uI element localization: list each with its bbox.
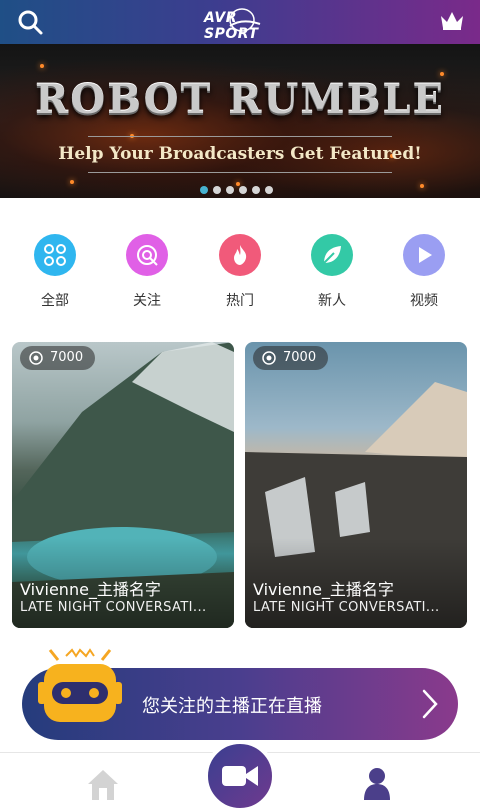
broadcaster-name: Vivienne_主播名字 <box>253 580 394 599</box>
category-hot[interactable]: 热门 <box>205 232 275 312</box>
carousel-dots[interactable] <box>200 186 273 194</box>
broadcaster-name: Vivienne_主播名字 <box>20 580 161 599</box>
banner-divider <box>88 172 392 173</box>
banner-tagline: Help Your Broadcasters Get Featured! <box>58 144 422 164</box>
user-icon[interactable] <box>364 766 390 800</box>
view-count: 7000 <box>283 350 317 365</box>
video-camera-icon <box>222 766 258 786</box>
carousel-dot[interactable] <box>265 186 273 194</box>
ember-spark <box>420 184 424 188</box>
target-icon <box>126 234 168 276</box>
leaf-icon <box>311 234 353 276</box>
ember-spark <box>40 64 44 68</box>
eye-icon <box>262 351 276 365</box>
crown-icon[interactable] <box>438 8 466 32</box>
eye-icon <box>29 351 43 365</box>
category-label: 全部 <box>41 293 69 309</box>
category-nav: 全部 关注 热门 新人 视频 <box>0 232 480 312</box>
category-label: 关注 <box>133 293 161 309</box>
view-count: 7000 <box>50 350 84 365</box>
category-label: 视频 <box>410 293 438 309</box>
category-label: 热门 <box>226 293 254 309</box>
app-logo-text: AVR SPORT <box>204 10 259 42</box>
stream-description: LATE NIGHT CONVERSATI... <box>253 600 440 615</box>
flame-icon <box>219 234 261 276</box>
chevron-right-icon[interactable] <box>420 688 440 720</box>
category-video[interactable]: 视频 <box>389 232 459 312</box>
carousel-dot[interactable] <box>226 186 234 194</box>
category-new[interactable]: 新人 <box>297 232 367 312</box>
banner-divider <box>88 136 392 137</box>
carousel-dot[interactable] <box>213 186 221 194</box>
stream-card[interactable]: 7000 Vivienne_主播名字 LATE NIGHT CONVERSATI… <box>12 342 234 628</box>
carousel-dot-active[interactable] <box>200 186 208 194</box>
promo-banner[interactable]: ROBOT RUMBLE Help Your Broadcasters Get … <box>0 44 480 198</box>
category-all[interactable]: 全部 <box>20 232 90 312</box>
following-live-text: 您关注的主播正在直播 <box>142 696 322 717</box>
view-count-badge: 7000 <box>253 346 329 370</box>
category-follow[interactable]: 关注 <box>112 232 182 312</box>
carousel-dot[interactable] <box>252 186 260 194</box>
app-logo: AVR SPORT <box>200 4 284 42</box>
home-icon[interactable] <box>86 768 120 800</box>
grid-icon <box>34 234 76 276</box>
robot-mascot-icon <box>38 648 122 722</box>
banner-title: ROBOT RUMBLE <box>35 76 445 123</box>
search-icon[interactable] <box>16 8 44 36</box>
stream-card[interactable]: 7000 Vivienne_主播名字 LATE NIGHT CONVERSATI… <box>245 342 467 628</box>
play-icon <box>403 234 445 276</box>
view-count-badge: 7000 <box>20 346 96 370</box>
top-bar: AVR SPORT <box>0 0 480 44</box>
ember-spark <box>70 180 74 184</box>
carousel-dot[interactable] <box>239 186 247 194</box>
go-live-button[interactable] <box>204 740 276 812</box>
category-label: 新人 <box>318 293 346 309</box>
stream-description: LATE NIGHT CONVERSATI... <box>20 600 207 615</box>
